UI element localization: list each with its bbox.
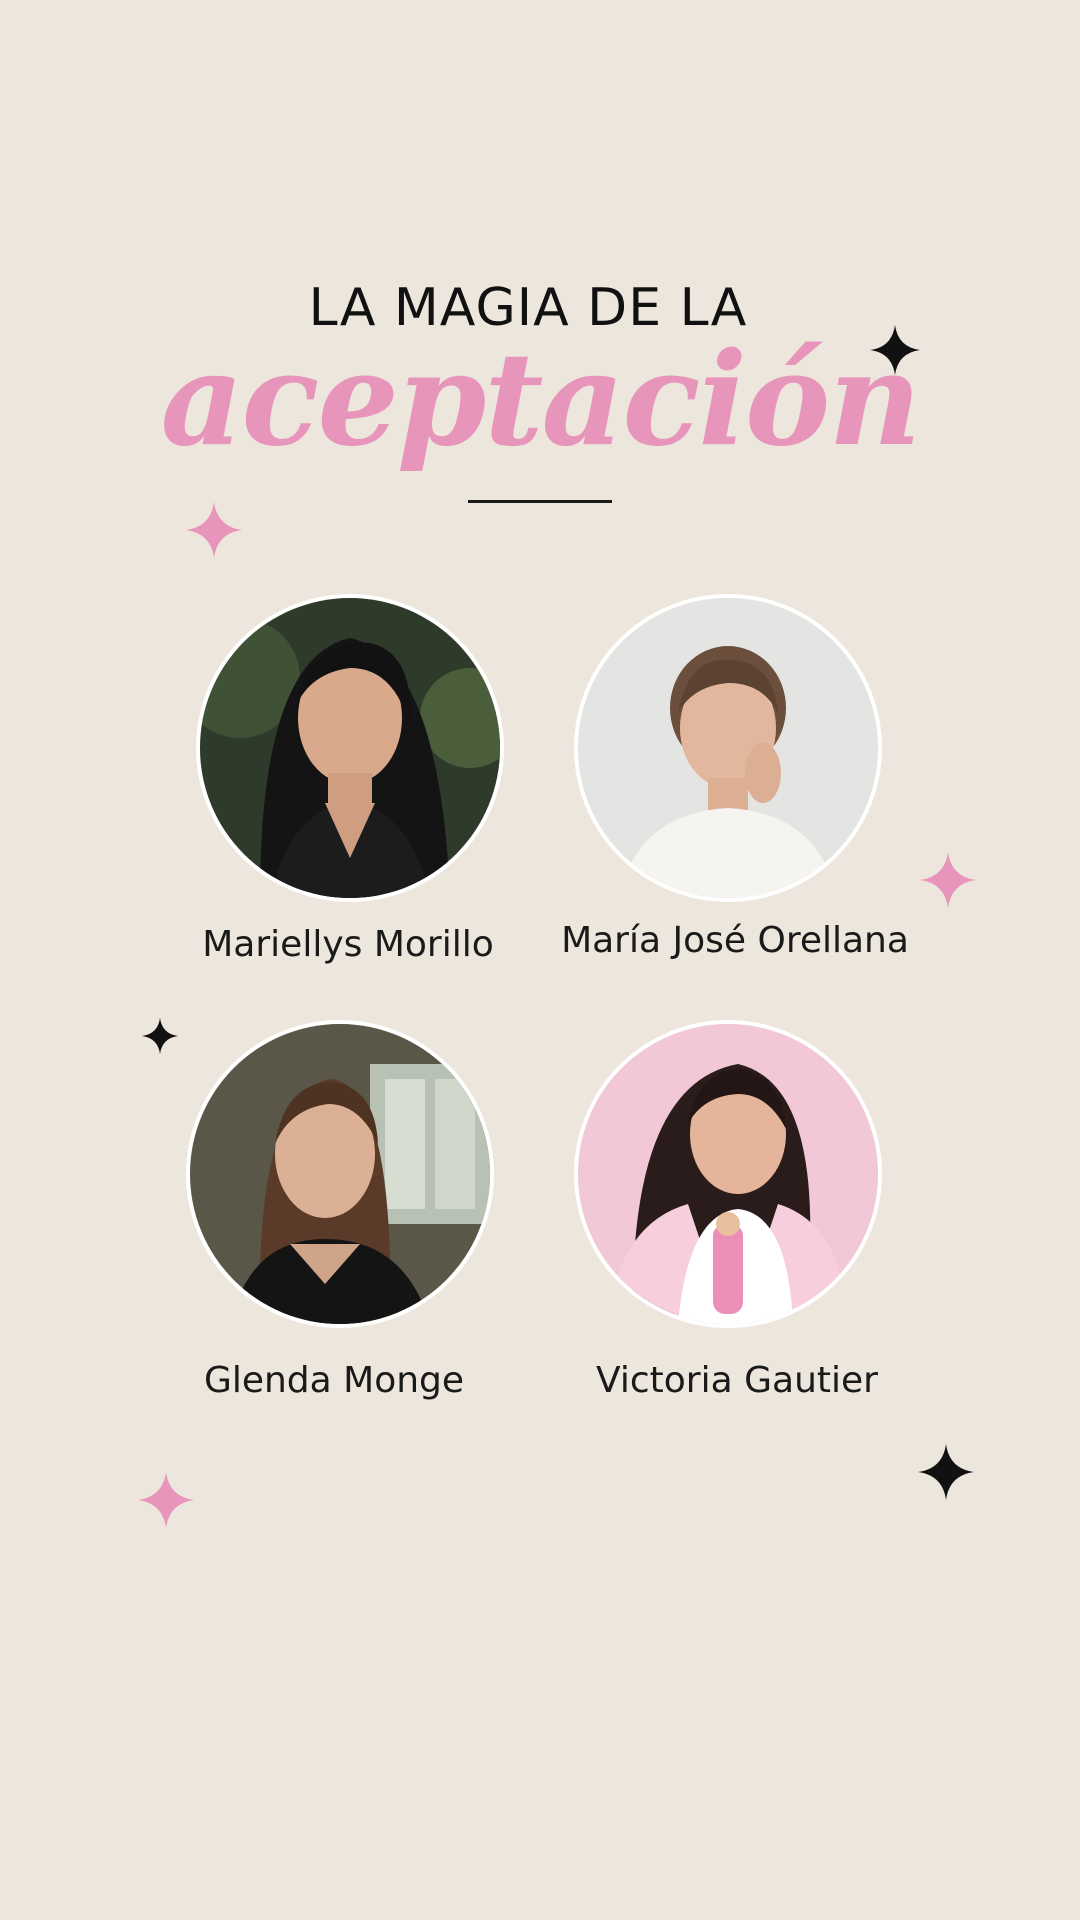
portrait-photo-3 bbox=[186, 1020, 494, 1328]
four-point-star-icon bbox=[186, 502, 242, 558]
four-point-star-icon bbox=[142, 1018, 178, 1054]
portrait-image bbox=[190, 1024, 490, 1324]
portrait-photo-1 bbox=[196, 594, 504, 902]
four-point-star-icon bbox=[918, 1444, 974, 1500]
person-name-3: Glenda Monge bbox=[203, 1360, 465, 1401]
four-point-star-icon bbox=[870, 325, 920, 375]
portrait-image bbox=[200, 598, 500, 898]
portrait-image bbox=[578, 1024, 878, 1324]
portrait-image bbox=[578, 598, 878, 898]
four-point-star-icon bbox=[920, 852, 976, 908]
person-name-2: María José Orellana bbox=[561, 920, 909, 961]
portrait-photo-4 bbox=[574, 1020, 882, 1328]
poster: LA MAGIA DE LA aceptación Mariellys Mori… bbox=[0, 0, 1080, 1920]
person-name-1: Mariellys Morillo bbox=[202, 924, 494, 965]
four-point-star-icon bbox=[138, 1472, 194, 1528]
title-underline bbox=[468, 500, 612, 503]
portrait-photo-2 bbox=[574, 594, 882, 902]
person-name-4: Victoria Gautier bbox=[596, 1360, 878, 1401]
